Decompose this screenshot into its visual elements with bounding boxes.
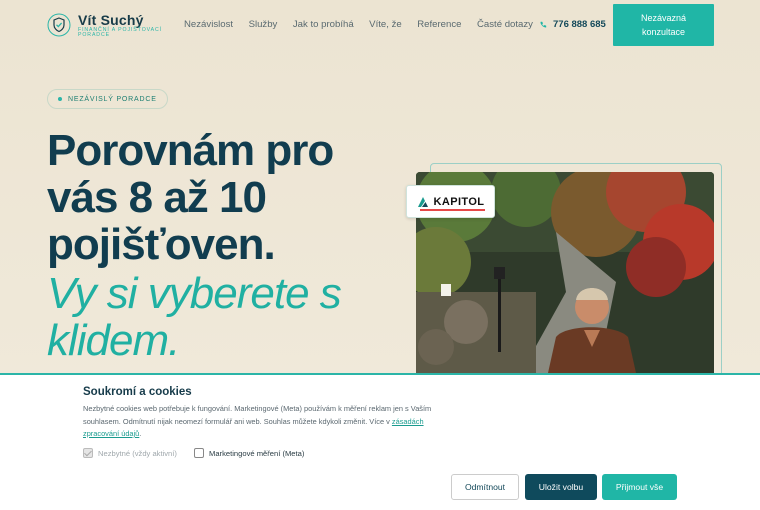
- phone-number: 776 888 685: [553, 19, 606, 30]
- brand-tagline: FINANČNÍ A POJIŠŤOVACÍ PORADCE: [78, 27, 162, 38]
- cookie-banner: Soukromí a cookies Nezbytné cookies web …: [0, 373, 760, 510]
- nav-item-caste-dotazy[interactable]: Časté dotazy: [477, 19, 533, 30]
- kapitol-partner-logo: KAPITOL: [406, 185, 495, 218]
- advisor-badge: NEZÁVISLÝ PORADCE: [47, 89, 168, 109]
- necessary-cookies-label: Nezbytné (vždy aktivní): [98, 448, 177, 458]
- cookie-text: Nezbytné cookies web potřebuje k fungová…: [83, 403, 448, 441]
- nav-item-vite-ze[interactable]: Víte, že: [369, 19, 402, 30]
- site-header: Vít Suchý FINANČNÍ A POJIŠŤOVACÍ PORADCE…: [0, 0, 760, 50]
- kapitol-underline: [420, 209, 485, 211]
- nav-item-sluzby[interactable]: Služby: [249, 19, 278, 30]
- main-nav: Nezávislost Služby Jak to probíhá Víte, …: [184, 19, 548, 30]
- advisor-badge-label: NEZÁVISLÝ PORADCE: [68, 95, 157, 103]
- phone-link[interactable]: 776 888 685: [539, 19, 606, 30]
- marketing-cookies-checkbox[interactable]: [194, 448, 204, 458]
- consultation-button-label: Nezávazná konzultace: [640, 13, 687, 37]
- refuse-cookies-button[interactable]: Odmítnout: [451, 474, 519, 500]
- marketing-cookies-option[interactable]: Marketingové měření (Meta): [194, 448, 304, 458]
- nav-item-reference[interactable]: Reference: [417, 19, 461, 30]
- accept-all-button[interactable]: Přijmout vše: [602, 474, 677, 500]
- kapitol-mark-icon: [417, 196, 428, 207]
- shield-logo-icon[interactable]: [47, 13, 71, 37]
- hero-headline: Porovnám pro vás 8 až 10 pojišťoven.: [47, 126, 334, 269]
- consultation-button[interactable]: Nezávazná konzultace: [613, 4, 714, 46]
- hero-headline-accent: Vy si vyberete s klidem.: [47, 269, 342, 365]
- badge-dot-icon: [58, 97, 62, 101]
- brand-name[interactable]: Vít Suchý: [78, 12, 144, 28]
- nav-item-jak-to-probiha[interactable]: Jak to probíhá: [293, 19, 354, 30]
- necessary-cookies-checkbox: [83, 448, 93, 458]
- necessary-cookies-option: Nezbytné (vždy aktivní): [83, 448, 177, 458]
- save-choice-button[interactable]: Uložit volbu: [525, 474, 597, 500]
- cookie-description: Nezbytné cookies web potřebuje k fungová…: [83, 404, 432, 426]
- nav-item-nezavislost[interactable]: Nezávislost: [184, 19, 233, 30]
- phone-icon: [540, 21, 547, 28]
- cookie-title: Soukromí a cookies: [83, 386, 192, 398]
- marketing-cookies-label[interactable]: Marketingové měření (Meta): [209, 449, 304, 458]
- kapitol-wordmark: KAPITOL: [433, 195, 485, 208]
- cookie-text-period: .: [139, 429, 142, 438]
